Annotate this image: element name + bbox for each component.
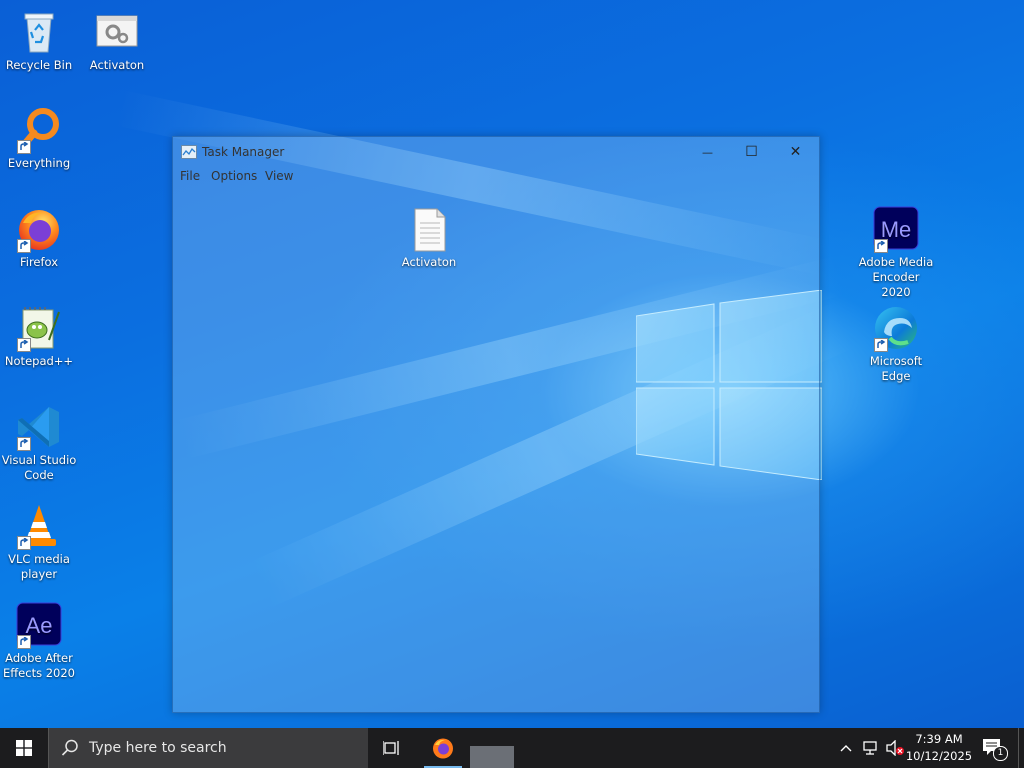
shortcut-arrow-icon: [17, 338, 31, 352]
desktop-icon-label: Adobe Media Encoder 2020: [858, 255, 934, 299]
search-box[interactable]: Type here to search: [48, 728, 368, 768]
window-title: Task Manager: [202, 145, 285, 159]
desktop-icon-label: Recycle Bin: [5, 58, 73, 72]
search-placeholder: Type here to search: [89, 740, 227, 756]
shortcut-arrow-icon: [17, 635, 31, 649]
file-icon-activaton[interactable]: Activaton: [390, 207, 468, 270]
desktop-icon-everything[interactable]: Everything: [0, 106, 78, 171]
desktop-icon-media-encoder[interactable]: Me Adobe Media Encoder 2020: [857, 205, 935, 300]
minimize-icon: —: [702, 145, 713, 159]
desktop-icon-label: VLC media player: [8, 552, 70, 581]
shortcut-arrow-icon: [17, 536, 31, 550]
desktop-icon-edge[interactable]: Microsoft Edge: [857, 304, 935, 384]
clock-date: 10/12/2025: [905, 749, 973, 763]
network-button[interactable]: [862, 740, 880, 756]
desktop[interactable]: Recycle Bin Activaton Everything Firefox…: [0, 0, 1024, 728]
file-icon-label: Activaton: [401, 255, 457, 269]
settings-window-icon: [96, 15, 138, 47]
desktop-icon-after-effects[interactable]: Ae Adobe After Effects 2020: [0, 601, 78, 681]
desktop-icon-label: Visual Studio Code: [1, 453, 77, 482]
desktop-icon-vscode[interactable]: Visual Studio Code: [0, 403, 78, 483]
minimize-button[interactable]: —: [685, 137, 730, 167]
task-view-button[interactable]: [372, 728, 412, 768]
maximize-button[interactable]: ☐: [729, 137, 774, 167]
shortcut-arrow-icon: [17, 239, 31, 253]
show-desktop-button[interactable]: [1018, 728, 1024, 768]
taskbar-task-manager-button[interactable]: [470, 728, 514, 768]
desktop-icon-vlc[interactable]: VLC media player: [0, 502, 78, 582]
menu-bar: File Options View: [173, 167, 819, 187]
taskbar: Type here to search 7:39 AM 10/12/2025 1: [0, 728, 1024, 768]
menu-options[interactable]: Options: [211, 169, 257, 183]
shortcut-arrow-icon: [17, 140, 31, 154]
desktop-icon-label: Firefox: [19, 255, 59, 269]
task-manager-thumbnail: [470, 746, 514, 768]
network-icon: [863, 741, 877, 755]
desktop-icon-recycle-bin[interactable]: Recycle Bin: [0, 8, 78, 73]
start-button[interactable]: [0, 728, 48, 768]
desktop-icon-firefox[interactable]: Firefox: [0, 205, 78, 270]
recycle-bin-icon: [24, 13, 54, 53]
close-button[interactable]: ✕: [773, 137, 818, 167]
shortcut-arrow-icon: [17, 437, 31, 451]
notifications-button[interactable]: 1: [982, 738, 1008, 761]
desktop-icon-label: Adobe After Effects 2020: [2, 651, 75, 680]
menu-file[interactable]: File: [180, 169, 200, 183]
menu-view[interactable]: View: [265, 169, 293, 183]
close-icon: ✕: [789, 144, 802, 160]
title-bar[interactable]: Task Manager — ☐ ✕: [173, 137, 819, 167]
desktop-icon-label: Activaton: [89, 58, 145, 72]
notification-count-badge: 1: [993, 746, 1008, 761]
maximize-icon: ☐: [745, 144, 758, 160]
firefox-icon: [433, 738, 453, 759]
task-view-icon: [383, 741, 399, 755]
text-document-icon: [414, 208, 446, 252]
desktop-icon-label: Everything: [7, 156, 71, 170]
clock[interactable]: 7:39 AM 10/12/2025: [900, 731, 978, 765]
clock-time: 7:39 AM: [915, 732, 963, 746]
desktop-icon-activaton[interactable]: Activaton: [78, 8, 156, 73]
task-manager-icon: [181, 145, 197, 159]
chevron-up-icon: [840, 745, 852, 752]
taskbar-firefox-button[interactable]: [422, 728, 464, 768]
show-hidden-icons-button[interactable]: [838, 740, 854, 756]
shortcut-arrow-icon: [874, 239, 888, 253]
task-manager-window[interactable]: Task Manager — ☐ ✕ File Options View Act…: [172, 136, 820, 713]
desktop-icon-notepadpp[interactable]: Notepad++: [0, 304, 78, 369]
desktop-icon-label: Notepad++: [4, 354, 74, 368]
windows-start-icon: [16, 740, 32, 756]
desktop-icon-label: Microsoft Edge: [869, 354, 923, 383]
shortcut-arrow-icon: [874, 338, 888, 352]
search-icon: [61, 739, 78, 756]
